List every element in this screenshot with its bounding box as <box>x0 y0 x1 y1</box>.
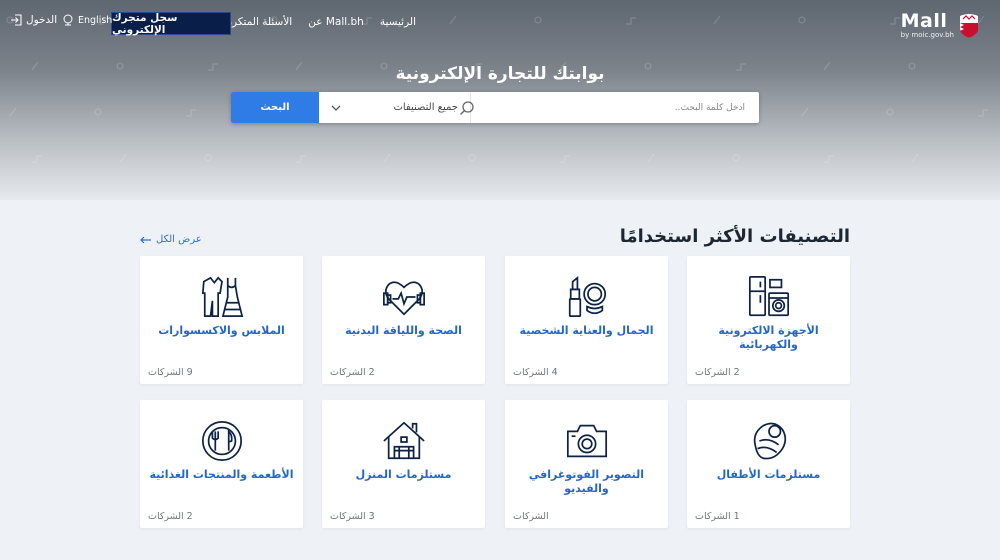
category-count: 3 الشركات <box>330 511 375 522</box>
category-card-food[interactable]: الأطعمة والمنتجات الغذائية 2 الشركات <box>140 400 303 528</box>
bahrain-emblem-icon <box>960 13 978 38</box>
search-icon[interactable] <box>459 100 475 116</box>
category-card-home[interactable]: مستلزمات المنزل 3 الشركات <box>322 400 485 528</box>
heart-dumbbell-icon <box>382 281 425 316</box>
view-all-link[interactable]: عرض الكل <box>140 234 202 245</box>
nav-home-link[interactable]: الرئيسية <box>380 16 416 28</box>
camera-icon <box>566 424 607 458</box>
login-label: الدخول <box>26 14 58 26</box>
globe-icon <box>63 14 73 26</box>
category-count: 9 الشركات <box>148 367 193 378</box>
category-name: الجمال والعناية الشخصية <box>519 324 654 337</box>
view-all-label: عرض الكل <box>156 234 202 245</box>
category-card-beauty[interactable]: الجمال والعناية الشخصية 4 الشركات <box>505 256 668 384</box>
top-navigation: Mall by moic.gov.bh الرئيسية عن Mall.bh … <box>0 0 1000 46</box>
category-card-health[interactable]: الصحة واللياقة البدنية 2 الشركات <box>322 256 485 384</box>
search-input[interactable] <box>481 92 751 123</box>
category-count: 4 الشركات <box>513 367 558 378</box>
login-icon <box>11 14 22 26</box>
category-name: مستلزمات المنزل <box>355 468 452 481</box>
category-name: الملابس والاكسسوارات <box>158 324 285 337</box>
search-button[interactable]: البحث <box>231 92 319 123</box>
category-card-baby[interactable]: مستلزمات الأطفال 1 الشركات <box>687 400 850 528</box>
category-name: الأجهزة الالكترونية والكهربائية <box>718 324 819 351</box>
lipstick-mirror-icon <box>568 276 606 318</box>
appliances-icon <box>748 276 789 317</box>
category-count: 2 الشركات <box>148 511 193 522</box>
language-switch[interactable]: English <box>62 14 112 26</box>
chevron-down-icon <box>331 105 341 111</box>
category-count: 1 الشركات <box>695 511 740 522</box>
category-card-photography[interactable]: التصوير الفوتوغرافي والفيديو الشركات <box>505 400 668 528</box>
category-name: التصوير الفوتوغرافي والفيديو <box>528 468 645 495</box>
nav-faq-link[interactable]: الأسئلة المتكررة <box>221 16 292 28</box>
site-logo[interactable]: Mall by moic.gov.bh <box>901 12 980 39</box>
category-name: الأطعمة والمنتجات الغذائية <box>149 468 294 481</box>
main-nav: الرئيسية عن Mall.bh الأسئلة المتكررة <box>221 16 416 28</box>
baby-icon <box>753 422 786 460</box>
logo-text: Mall <box>900 10 948 32</box>
hero-title: بوابتك للتجارة الإلكترونية <box>395 64 605 84</box>
login-link[interactable]: الدخول <box>10 14 57 26</box>
house-icon <box>382 421 425 460</box>
logo-subtext: by moic.gov.bh <box>900 31 954 39</box>
search-bar: البحث جميع التصنيفات <box>231 92 759 123</box>
arrow-left-icon <box>140 236 151 243</box>
category-card-electronics[interactable]: الأجهزة الالكترونية والكهربائية 2 الشركا… <box>687 256 850 384</box>
category-count: الشركات <box>513 511 549 522</box>
category-card-clothing[interactable]: الملابس والاكسسوارات 9 الشركات <box>140 256 303 384</box>
category-select[interactable]: جميع التصنيفات <box>319 92 471 123</box>
clothes-icon <box>201 276 243 318</box>
register-store-button[interactable]: سجل متجرك الإلكتروني <box>111 12 231 36</box>
category-count: 2 الشركات <box>330 367 375 378</box>
nav-about-link[interactable]: عن Mall.bh <box>308 16 364 28</box>
category-select-value: جميع التصنيفات <box>393 102 458 113</box>
category-name: مستلزمات الأطفال <box>716 468 821 481</box>
section-title: التصنيفات الأكثر استخدامًا <box>619 226 850 247</box>
language-label: English <box>78 14 113 26</box>
category-count: 2 الشركات <box>695 367 740 378</box>
food-plate-icon <box>201 420 242 462</box>
category-name: الصحة واللياقة البدنية <box>345 324 462 337</box>
